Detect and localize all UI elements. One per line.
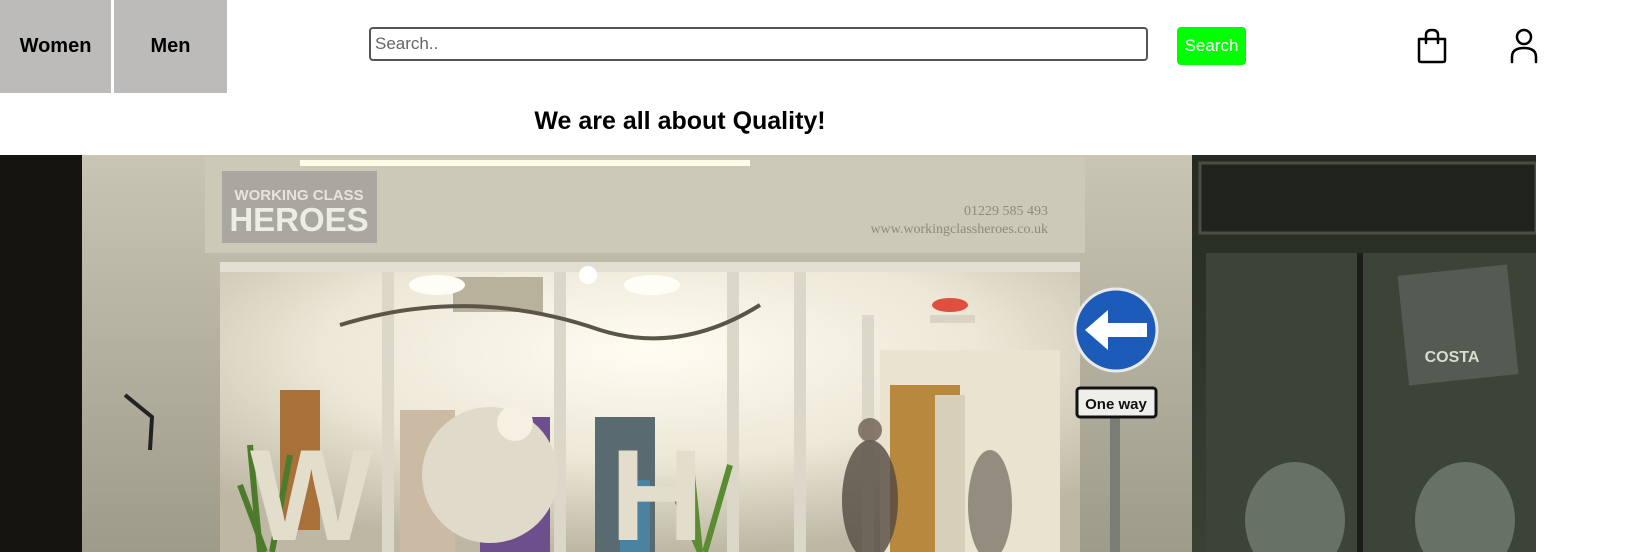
page-tagline: We are all about Quality!: [534, 107, 826, 135]
svg-text:W: W: [250, 422, 373, 552]
nav-tab-women[interactable]: Women: [0, 0, 111, 93]
shop-website: www.workingclassheroes.co.uk: [870, 222, 1048, 237]
user-account-icon[interactable]: [1504, 26, 1544, 66]
hero-image: COSTA WORKING CLASS HEROES 01229 585 493…: [0, 155, 1536, 552]
costa-sign-text: COSTA: [1425, 349, 1480, 366]
svg-text:H: H: [610, 422, 704, 552]
search-input[interactable]: [369, 27, 1148, 61]
header: Women Men Search: [0, 0, 1630, 93]
one-way-sign-text: One way: [1085, 396, 1147, 413]
search-button[interactable]: Search: [1177, 27, 1246, 65]
nav-tab-men[interactable]: Men: [114, 0, 227, 93]
svg-text:HEROES: HEROES: [229, 201, 368, 238]
shopping-bag-icon[interactable]: [1412, 26, 1452, 66]
shop-phone: 01229 585 493: [964, 204, 1048, 219]
storefront-photo: COSTA WORKING CLASS HEROES 01229 585 493…: [0, 155, 1536, 552]
